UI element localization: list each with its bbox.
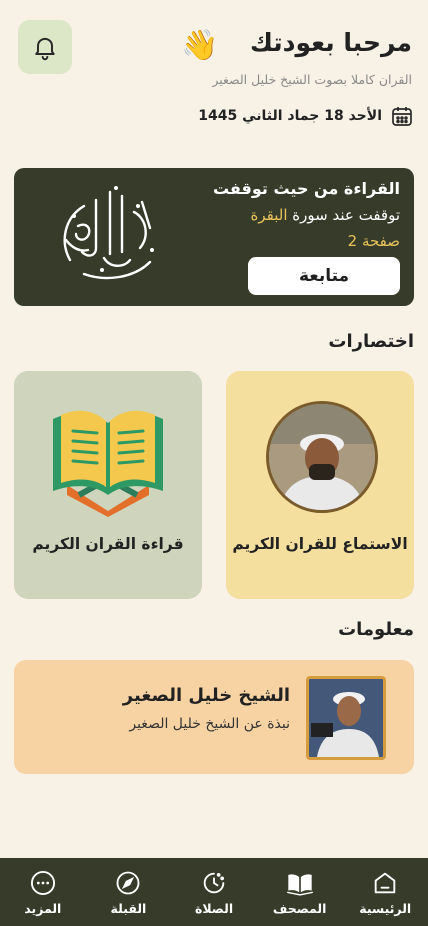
calendar-icon bbox=[392, 107, 412, 126]
continue-reading-card: القراءة من حيث توقفت توقفت عند سورة البق… bbox=[14, 168, 414, 306]
read-quran-card[interactable]: قراءة القران الكريم bbox=[14, 371, 202, 599]
nav-qibla[interactable]: القبلة bbox=[86, 858, 172, 926]
nav-mushaf[interactable]: المصحف bbox=[257, 858, 343, 926]
date-text: الأحد 18 جماد الثاني 1445 bbox=[198, 108, 382, 124]
nav-qibla-label: القبلة bbox=[110, 901, 147, 916]
stopped-at-text: توقفت عند سورة البقرة bbox=[251, 206, 401, 224]
listen-quran-label: الاستماع للقران الكريم bbox=[232, 535, 408, 553]
nav-prayer-label: الصلاة bbox=[194, 901, 234, 916]
nav-prayer[interactable]: الصلاة bbox=[171, 858, 257, 926]
nav-home[interactable]: الرئيسية bbox=[342, 858, 428, 926]
info-title: معلومات bbox=[338, 619, 414, 640]
surah-name: البقرة bbox=[250, 206, 288, 224]
continue-reading-title: القراءة من حيث توقفت bbox=[212, 179, 400, 198]
nav-mushaf-label: المصحف bbox=[272, 901, 327, 916]
compass-icon bbox=[116, 871, 140, 895]
sheikh-description: نبذة عن الشيخ خليل الصغير bbox=[129, 716, 290, 732]
nav-home-label: الرئيسية bbox=[359, 901, 412, 916]
reciter-photo bbox=[269, 404, 375, 510]
reciter-avatar bbox=[266, 401, 378, 513]
notifications-button[interactable] bbox=[18, 20, 72, 74]
waving-hand-icon: 👋 bbox=[181, 28, 219, 63]
read-quran-label: قراءة القران الكريم bbox=[32, 535, 184, 553]
subtitle: القران كاملا بصوت الشيخ خليل الصغير bbox=[212, 72, 412, 87]
header: مرحبا بعودتك 👋 القران كاملا بصوت الشيخ خ… bbox=[0, 0, 428, 150]
more-icon bbox=[30, 870, 55, 896]
listen-quran-card[interactable]: الاستماع للقران الكريم bbox=[226, 371, 414, 599]
prayer-clock-icon bbox=[203, 872, 225, 894]
page-number: صفحة 2 bbox=[347, 232, 400, 250]
bell-icon bbox=[35, 37, 55, 61]
sheikh-info-card[interactable]: الشيخ خليل الصغير نبذة عن الشيخ خليل الص… bbox=[14, 660, 414, 774]
continue-button[interactable]: متابعة bbox=[248, 257, 400, 295]
quran-calligraphy-logo bbox=[63, 186, 154, 280]
mushaf-icon bbox=[286, 874, 313, 896]
hijri-date: الأحد 18 جماد الثاني 1445 bbox=[198, 104, 414, 128]
sheikh-photo bbox=[306, 676, 386, 760]
sheikh-name: الشيخ خليل الصغير bbox=[122, 685, 290, 706]
open-quran-book-icon bbox=[53, 410, 163, 517]
nav-more-label: المزيد bbox=[24, 901, 62, 916]
welcome-title: مرحبا بعودتك bbox=[249, 28, 412, 57]
shortcuts-title: اختصارات bbox=[328, 331, 414, 352]
sheikh-photo-image bbox=[309, 679, 383, 757]
stopped-at-prefix: توقفت عند سورة bbox=[292, 206, 400, 224]
home-icon bbox=[374, 872, 396, 894]
nav-more[interactable]: المزيد bbox=[0, 858, 86, 926]
bottom-nav: الرئيسية المصحف الصلاة القبلة المزيد bbox=[0, 858, 428, 926]
